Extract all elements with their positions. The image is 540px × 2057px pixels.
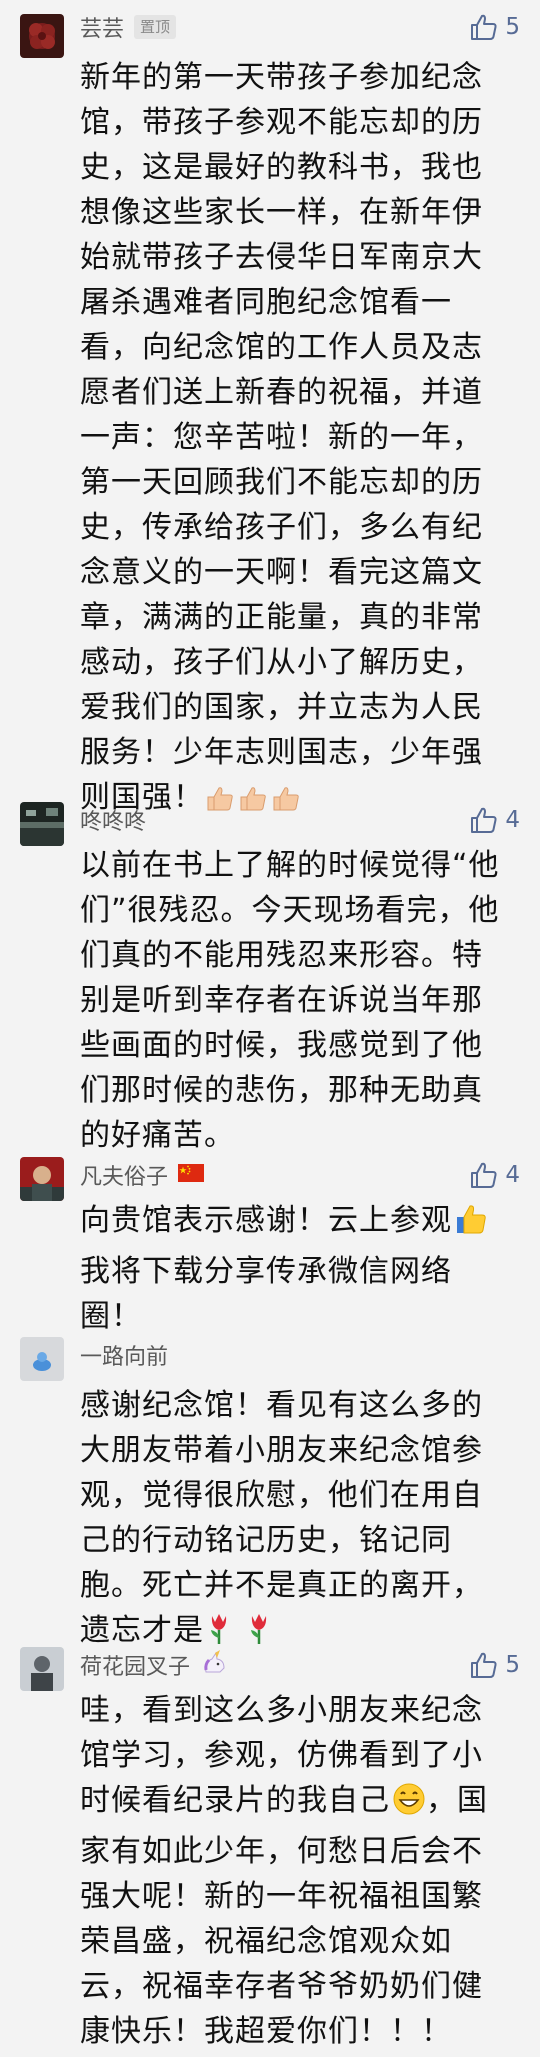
comment-line: 章，满满的正能量，真的非常 [80,600,483,635]
avatar-flower-image [20,14,64,58]
comment-line: 服务！少年志则国志，少年强 [80,735,483,770]
like-count: 4 [505,807,520,833]
comment-line: 一声：您辛苦啦！新的一年， [80,420,483,455]
comment-header: 芸芸 置顶 [80,11,177,43]
comment-header: 荷花园叉子 [80,1650,228,1680]
comment-header: 一路向前 [80,1340,168,1370]
comment-line: 云，祝福幸存者爷爷奶奶们健 [80,1969,483,2004]
comment-line: 们那时候的悲伤，那种无助真 [80,1073,483,1108]
comment-line: 时候看纪录片的我自己 ，国 [80,1778,520,1829]
comment-line: 家有如此少年，何愁日后会不 [80,1834,483,1869]
nickname[interactable]: 芸芸 [80,11,124,43]
unicorn-icon [200,1650,228,1680]
like-count: 5 [505,1652,520,1678]
comment-line-text: 时候看纪录片的我自己 [80,1783,390,1818]
comment-line: 我将下载分享传承微信网络 [80,1254,452,1289]
comment-line-suffix: ，国 [426,1783,488,1818]
comment-line-text: 遗忘才是 [80,1613,204,1648]
avatar[interactable] [20,14,64,58]
comment-line: 念意义的一天啊！看完这篇文 [80,555,483,590]
comment-line: 胞。死亡并不是真正的离开， [80,1568,483,1603]
avatar-portrait-image [20,1157,64,1201]
comment-line: 始就带孩子去侵华日军南京大 [80,240,483,275]
avatar-person-image [20,1647,64,1691]
nickname[interactable]: 一路向前 [80,1339,168,1371]
avatar-night-scene-image [20,802,64,846]
comment-line: 史，传承给孩子们，多么有纪 [80,510,483,545]
like-button[interactable]: 5 [469,10,520,44]
comment-line: 想像这些家长一样，在新年伊 [80,195,483,230]
avatar-default-image [20,1337,64,1381]
comment-line: 感谢纪念馆！看见有这么多的 [80,1388,483,1423]
avatar[interactable] [20,1647,64,1691]
comment-text: 哇，看到这么多小朋友来纪念 馆学习，参观，仿佛看到了小 时候看纪录片的我自己 ，… [80,1688,520,2054]
comment-line: 荣昌盛，祝福纪念馆观众如 [80,1924,452,1959]
thumbs-up-emoji-icon [454,1202,488,1249]
comment-text: 感谢纪念馆！看见有这么多的 大朋友带着小朋友来纪念馆参 观，觉得很欣慰，他们在用… [80,1383,520,1659]
like-count: 4 [505,1162,520,1188]
comment-line: 们真的不能用残忍来形容。特 [80,938,483,973]
nickname[interactable]: 咚咚咚 [80,804,146,836]
comment-line: 屠杀遇难者同胞纪念馆看一 [80,285,452,320]
thumbs-up-outline-icon [471,1162,497,1188]
comment-line: 些画面的时候，我感觉到了他 [80,1028,483,1063]
nickname[interactable]: 荷花园叉子 [80,1649,190,1681]
comment-text: 以前在书上了解的时候觉得“他 们”很残忍。今天现场看完，他 们真的不能用残忍来形… [80,843,520,1158]
like-count: 5 [505,14,520,40]
avatar[interactable] [20,1157,64,1201]
avatar[interactable] [20,802,64,846]
comment-line: 以前在书上了解的时候觉得“他 [80,848,500,883]
thumbs-up-outline-icon [471,807,497,833]
comment-line: 强大呢！新的一年祝福祖国繁 [80,1879,483,1914]
comment-line: 馆，带孩子参观不能忘却的历 [80,105,483,140]
thumbs-up-outline-icon [471,1652,497,1678]
comment-line: 爱我们的国家，并立志为人民 [80,690,483,725]
comment-line: 大朋友带着小朋友来纪念馆参 [80,1433,483,1468]
comment-line: 第一天回顾我们不能忘却的历 [80,465,483,500]
comment-line: 向贵馆表示感谢！云上参观 [80,1198,520,1249]
china-flag-icon [178,1164,205,1186]
grinning-face-emoji-icon [392,1782,426,1829]
comment-feed: 芸芸 置顶 5 新年的第一天带孩子参加纪念 馆，带孩子参观不能忘却的历 史，这是… [0,0,540,2057]
comment-line: 哇，看到这么多小朋友来纪念 [80,1693,483,1728]
comment-line: 观，觉得很欣慰，他们在用自 [80,1478,483,1513]
comment-line: 己的行动铭记历史，铭记同 [80,1523,452,1558]
like-button[interactable]: 4 [469,803,520,837]
thumbs-up-outline-icon [471,14,497,40]
comment-line: 们”很残忍。今天现场看完，他 [80,893,500,928]
comment-text: 向贵馆表示感谢！云上参观 我将下载分享传承微信网络 圈！ [80,1198,520,1339]
comment-line: 感动，孩子们从小了解历史， [80,645,483,680]
avatar[interactable] [20,1337,64,1381]
comment-line: 新年的第一天带孩子参加纪念 [80,60,483,95]
pinned-badge: 置顶 [134,15,177,39]
comment-line: 的好痛苦。 [80,1118,235,1153]
comment-line: 看，向纪念馆的工作人员及志 [80,330,483,365]
comment-line: 馆学习，参观，仿佛看到了小 [80,1738,483,1773]
comment-header: 凡夫俗子 [80,1159,205,1191]
nickname[interactable]: 凡夫俗子 [80,1159,168,1191]
comment-text: 新年的第一天带孩子参加纪念 馆，带孩子参观不能忘却的历 史，这是最好的教科书，我… [80,55,520,826]
like-button[interactable]: 4 [469,1158,520,1192]
thumbs-up-emoji-icon [206,781,306,826]
like-button[interactable]: 5 [469,1648,520,1682]
comment-line: 康快乐！我超爱你们！！！ [80,2014,452,2049]
comment-line-text: 向贵馆表示感谢！云上参观 [80,1203,452,1238]
comment-line: 圈！ [80,1299,142,1334]
comment-line: 史，这是最好的教科书，我也 [80,150,483,185]
comment-header: 咚咚咚 [80,805,146,835]
comment-line: 愿者们送上新春的祝福，并道 [80,375,483,410]
comment-line: 别是听到幸存者在诉说当年那 [80,983,483,1018]
